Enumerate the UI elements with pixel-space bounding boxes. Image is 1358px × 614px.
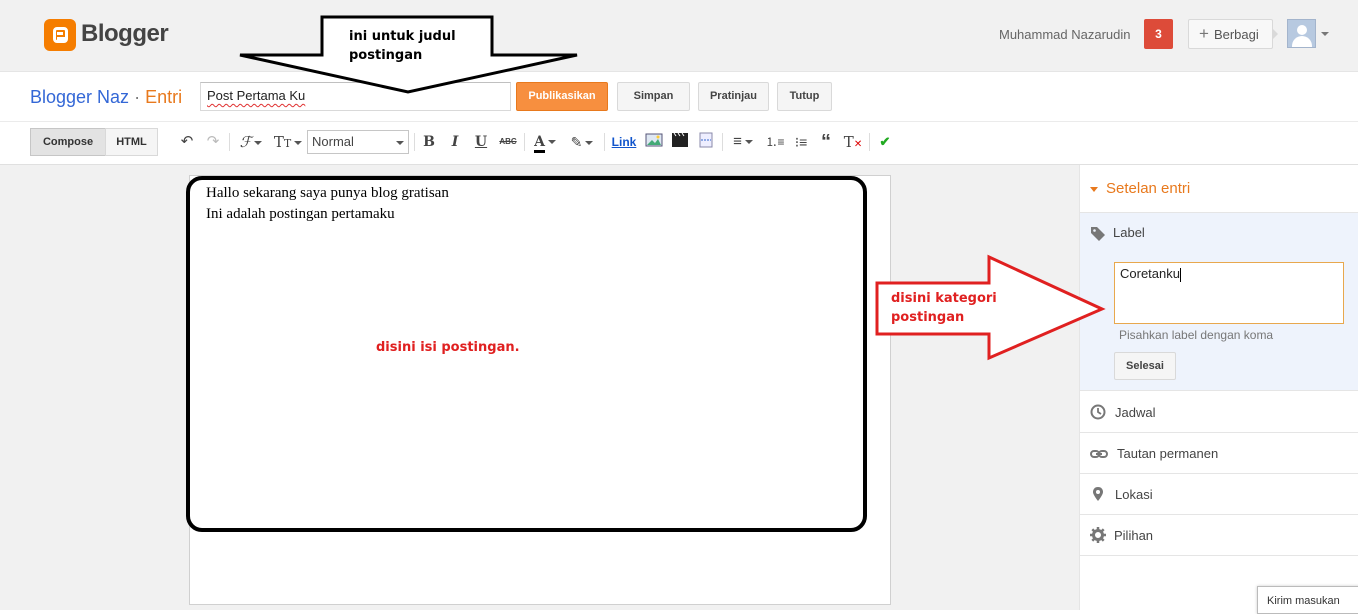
save-button[interactable]: Simpan xyxy=(617,82,690,111)
highlight-color-icon[interactable]: ✎ xyxy=(566,132,598,152)
share-button[interactable]: + Berbagi xyxy=(1188,19,1273,49)
tab-compose[interactable]: Compose xyxy=(30,128,106,156)
breadcrumb-separator: · xyxy=(134,87,141,107)
numbered-list-icon[interactable]: ⒈≡ xyxy=(765,132,785,152)
done-button[interactable]: Selesai xyxy=(1114,352,1176,380)
sidebar-item-label: Jadwal xyxy=(1115,405,1156,420)
notification-badge[interactable]: 3 xyxy=(1144,19,1173,49)
insert-link-button[interactable]: Link xyxy=(611,132,637,152)
tab-html[interactable]: HTML xyxy=(105,128,158,156)
tag-icon xyxy=(1090,225,1106,241)
editor-text-line[interactable]: Ini adalah postingan pertamaku xyxy=(206,206,395,223)
editor-text: Ini adalah postingan pertamaku xyxy=(206,206,395,222)
section-name: Entri xyxy=(145,87,183,107)
close-button[interactable]: Tutup xyxy=(777,82,832,111)
post-settings-heading-label: Setelan entri xyxy=(1106,180,1191,197)
align-icon[interactable]: ≡ xyxy=(728,132,758,152)
chevron-down-icon[interactable] xyxy=(1321,32,1329,36)
breadcrumb: Blogger Naz · Entri xyxy=(30,87,182,108)
share-caret-icon xyxy=(1272,28,1278,40)
user-name[interactable]: Muhammad Nazarudin xyxy=(999,27,1131,42)
underline-icon[interactable]: U xyxy=(473,132,489,152)
quote-icon[interactable]: “ xyxy=(817,132,835,152)
paragraph-format-value: Normal xyxy=(312,134,354,149)
toolbar-divider xyxy=(414,133,415,151)
sidebar-item-label-heading[interactable]: Label xyxy=(1113,225,1145,240)
blogger-logo-text[interactable]: Blogger xyxy=(81,20,169,48)
link-icon xyxy=(1090,446,1108,462)
post-title-input[interactable]: Post Pertama Ku xyxy=(200,82,511,111)
title-annotation-text: ini untuk judul postingan xyxy=(349,29,456,63)
font-family-icon[interactable]: ℱ xyxy=(236,132,266,152)
label-hint: Pisahkan label dengan koma xyxy=(1119,328,1274,342)
gear-icon xyxy=(1090,527,1106,543)
sidebar-item-label: Pilihan xyxy=(1114,528,1154,543)
label-input[interactable]: Coretanku xyxy=(1114,262,1344,324)
italic-icon[interactable]: I xyxy=(447,132,463,152)
editor-text: Hallo sekarang saya punya blog gratisan xyxy=(206,185,449,201)
plus-icon: + xyxy=(1199,24,1209,43)
category-annotation-text: disini kategori postingan xyxy=(891,291,997,325)
share-button-label: Berbagi xyxy=(1213,27,1259,42)
spellcheck-icon[interactable]: ✔ xyxy=(875,132,895,152)
bold-icon[interactable]: B xyxy=(421,132,437,152)
sidebar-item-label: Lokasi xyxy=(1115,487,1153,502)
location-pin-icon xyxy=(1090,486,1106,502)
post-settings-heading[interactable]: Setelan entri xyxy=(1090,180,1190,197)
paragraph-format-select[interactable]: Normal xyxy=(307,130,409,154)
insert-jump-break-icon[interactable] xyxy=(696,132,716,152)
caret-down-icon xyxy=(1090,186,1098,192)
remove-formatting-icon[interactable]: T✕ xyxy=(843,132,863,152)
content-annotation-text: disini isi postingan. xyxy=(376,340,520,355)
toolbar-divider xyxy=(869,133,870,151)
publish-button[interactable]: Publikasikan xyxy=(516,82,608,111)
undo-icon[interactable]: ↶ xyxy=(178,132,196,152)
label-input-value: Coretanku xyxy=(1120,266,1180,281)
font-size-icon[interactable]: TT xyxy=(272,132,304,152)
blog-name-link[interactable]: Blogger Naz xyxy=(30,87,129,107)
preview-button[interactable]: Pratinjau xyxy=(698,82,769,111)
insert-video-icon[interactable] xyxy=(670,132,690,152)
avatar[interactable] xyxy=(1287,19,1316,48)
toolbar-divider xyxy=(229,133,230,151)
bulleted-list-icon[interactable]: ⁝≡ xyxy=(791,132,811,152)
clock-icon xyxy=(1090,404,1106,420)
blogger-logo-icon[interactable] xyxy=(44,19,76,51)
post-title-value: Post Pertama Ku xyxy=(207,88,306,103)
insert-image-icon[interactable] xyxy=(644,132,664,152)
strikethrough-icon[interactable]: ABC xyxy=(498,132,518,152)
editor-text-line[interactable]: Hallo sekarang saya punya blog gratisan xyxy=(206,185,449,202)
toolbar-divider xyxy=(604,133,605,151)
post-body-editor[interactable] xyxy=(189,175,891,605)
sidebar-item-label: Tautan permanen xyxy=(1117,446,1219,461)
toolbar-divider xyxy=(722,133,723,151)
redo-icon[interactable]: ↷ xyxy=(204,132,222,152)
text-color-icon[interactable]: A xyxy=(530,132,560,153)
toolbar-divider xyxy=(524,133,525,151)
